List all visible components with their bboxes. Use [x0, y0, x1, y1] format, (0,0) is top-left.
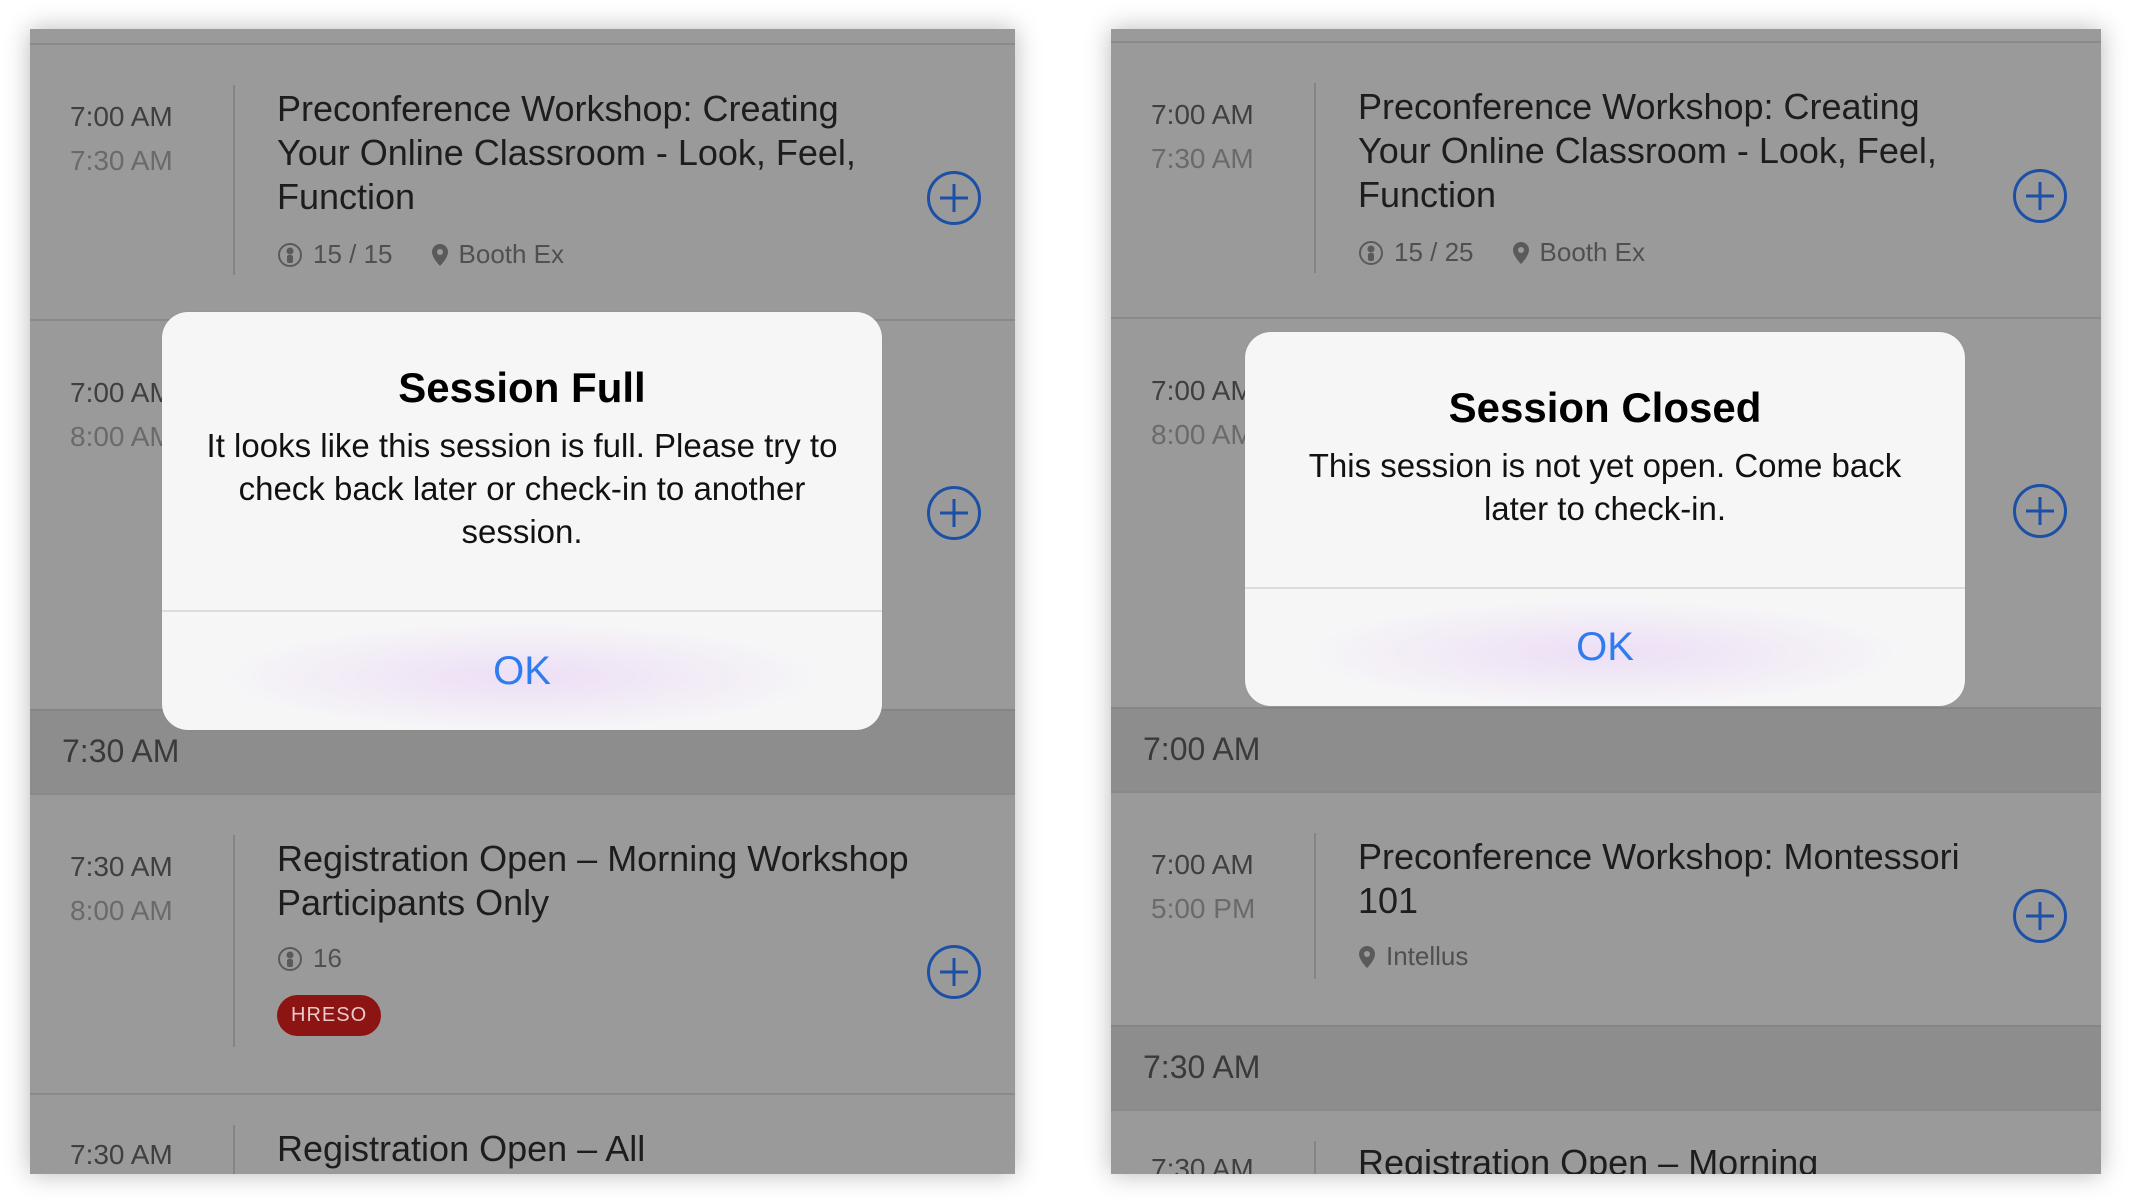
session-time: 7:00 AM 7:30 AM: [1151, 93, 1291, 181]
location-name: Intellus: [1386, 941, 1469, 971]
alert-title: Session Closed: [1448, 384, 1762, 431]
add-session-button[interactable]: [2013, 889, 2067, 943]
ok-button[interactable]: OK: [162, 612, 882, 730]
session-title: Preconference Workshop: Creating Your On…: [277, 88, 856, 217]
end-time: 8:00 AM: [70, 895, 173, 926]
left-phone-screen: 7:00 AM 7:30 AM Preconference Workshop: …: [30, 29, 1015, 1174]
end-time: 5:00 PM: [1151, 893, 1256, 924]
session-time: 7:30 AM: [1151, 1147, 1291, 1174]
session-time: 7:00 AM 7:30 AM: [70, 95, 210, 183]
attendees-icon: [1359, 240, 1383, 265]
alert-message: It looks like this session is full. Plea…: [206, 427, 838, 550]
capacity-count: 15 / 25: [1394, 237, 1474, 267]
session-row[interactable]: 7:30 AM Registration Open – Morning: [1111, 1109, 2101, 1174]
session-time: 7:30 AM 8:00 AM: [70, 845, 210, 933]
location-name: Booth Ex: [1539, 237, 1646, 267]
session-meta: Intellus: [1358, 941, 1468, 972]
session-meta: 15 / 15 Booth Ex: [277, 239, 564, 270]
session-title: Preconference Workshop: Creating Your On…: [1358, 86, 1937, 215]
session-time: 7:30 AM: [70, 1133, 210, 1174]
location-name: Booth Ex: [458, 239, 565, 269]
attendees-icon: [278, 946, 302, 971]
end-time: 7:30 AM: [70, 145, 173, 176]
session-tag: HRESO: [277, 995, 382, 1036]
session-time: 7:00 AM 5:00 PM: [1151, 843, 1291, 931]
session-title: Registration Open – Morning: [1358, 1142, 1819, 1174]
start-time: 7:00 AM: [1151, 849, 1254, 880]
add-session-button[interactable]: [927, 486, 981, 540]
session-row[interactable]: 7:00 AM 7:30 AM Preconference Workshop: …: [1111, 41, 2101, 319]
location-pin-icon: [1512, 241, 1529, 264]
section-time: 7:30 AM: [62, 733, 180, 769]
ok-button[interactable]: OK: [1245, 589, 1965, 706]
add-session-button[interactable]: [927, 171, 981, 225]
timeline-divider: [233, 85, 235, 275]
session-row[interactable]: 7:00 AM 7:30 AM Preconference Workshop: …: [30, 43, 1015, 321]
section-time: 7:00 AM: [1143, 731, 1261, 767]
session-title: Preconference Workshop: Montessori 101: [1358, 836, 1960, 921]
capacity-count: 16: [313, 943, 342, 973]
capacity-count: 15 / 15: [313, 239, 393, 269]
end-time: 7:30 AM: [1151, 143, 1254, 174]
session-closed-alert: Session Closed This session is not yet o…: [1245, 332, 1965, 706]
time-section-header: 7:30 AM: [1111, 1025, 2101, 1111]
add-session-button[interactable]: [2013, 484, 2067, 538]
session-full-alert: Session Full It looks like this session …: [162, 312, 882, 730]
timeline-divider: [233, 835, 235, 1047]
start-time: 7:30 AM: [70, 851, 173, 882]
session-title: Registration Open – Morning Workshop Par…: [277, 838, 909, 923]
start-time: 7:00 AM: [1151, 99, 1254, 130]
session-title: Registration Open – All: [277, 1128, 646, 1169]
section-time: 7:30 AM: [1143, 1049, 1261, 1085]
alert-message: This session is not yet open. Come back …: [1308, 447, 1902, 527]
add-session-button[interactable]: [2013, 169, 2067, 223]
location-pin-icon: [431, 243, 448, 266]
session-meta: 16: [277, 943, 342, 974]
attendees-icon: [278, 242, 302, 267]
start-time: 7:00 AM: [70, 101, 173, 132]
timeline-divider: [1314, 83, 1316, 273]
alert-title: Session Full: [398, 364, 646, 411]
timeline-divider: [1314, 1141, 1316, 1174]
start-time: 7:30 AM: [1151, 1153, 1254, 1174]
screenshot-stage: 7:00 AM 7:30 AM Preconference Workshop: …: [0, 0, 2131, 1204]
right-phone-screen: 7:00 AM 7:30 AM Preconference Workshop: …: [1111, 29, 2101, 1174]
session-row[interactable]: 7:30 AM Registration Open – All: [30, 1093, 1015, 1174]
time-section-header: 7:00 AM: [1111, 707, 2101, 793]
session-row[interactable]: 7:00 AM 5:00 PM Preconference Workshop: …: [1111, 791, 2101, 1027]
timeline-divider: [233, 1125, 235, 1174]
session-row[interactable]: 7:30 AM 8:00 AM Registration Open – Morn…: [30, 793, 1015, 1095]
start-time: 7:30 AM: [70, 1139, 173, 1170]
session-meta: 15 / 25 Booth Ex: [1358, 237, 1645, 268]
add-session-button[interactable]: [927, 945, 981, 999]
timeline-divider: [1314, 833, 1316, 979]
location-pin-icon: [1359, 945, 1375, 968]
